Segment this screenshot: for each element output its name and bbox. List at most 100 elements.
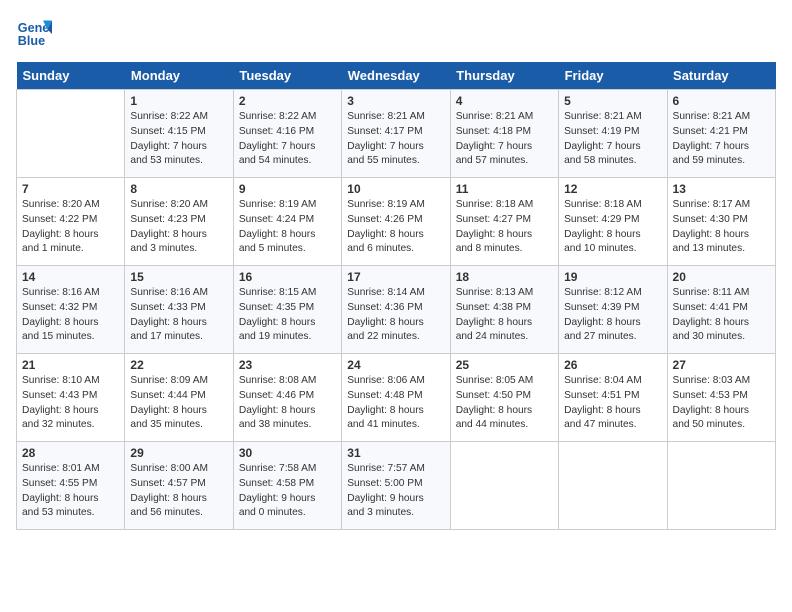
- day-info: Sunrise: 8:17 AM Sunset: 4:30 PM Dayligh…: [673, 198, 770, 257]
- day-info: Sunrise: 8:20 AM Sunset: 4:23 PM Dayligh…: [130, 198, 227, 257]
- day-info: Sunrise: 8:14 AM Sunset: 4:36 PM Dayligh…: [347, 286, 444, 345]
- col-header-friday: Friday: [559, 62, 667, 90]
- col-header-sunday: Sunday: [17, 62, 125, 90]
- day-number: 3: [347, 94, 444, 108]
- day-number: 24: [347, 358, 444, 372]
- day-info: Sunrise: 8:05 AM Sunset: 4:50 PM Dayligh…: [456, 374, 553, 433]
- day-number: 28: [22, 446, 119, 460]
- calendar-cell: 17Sunrise: 8:14 AM Sunset: 4:36 PM Dayli…: [342, 266, 450, 354]
- day-number: 29: [130, 446, 227, 460]
- day-number: 9: [239, 182, 336, 196]
- calendar-cell: 23 Sunrise: 8:08 AM Sunset: 4:46 PM Dayli…: [233, 354, 341, 442]
- calendar-cell: 26 Sunrise: 8:04 AM Sunset: 4:51 PM Dayli…: [559, 354, 667, 442]
- day-info: Sunrise: 8:11 AM Sunset: 4:41 PM Dayligh…: [673, 286, 770, 345]
- day-info: Sunrise: 8:22 AM Sunset: 4:15 PM Dayligh…: [130, 110, 227, 169]
- calendar-cell: 22 Sunrise: 8:09 AM Sunset: 4:44 PM Dayli…: [125, 354, 233, 442]
- calendar-cell: 25 Sunrise: 8:05 AM Sunset: 4:50 PM Dayli…: [450, 354, 558, 442]
- day-number: 27: [673, 358, 770, 372]
- calendar-cell: 5 Sunrise: 8:21 AM Sunset: 4:19 PM Daylig…: [559, 90, 667, 178]
- day-info: Sunrise: 8:21 AM Sunset: 4:17 PM Dayligh…: [347, 110, 444, 169]
- day-number: 10: [347, 182, 444, 196]
- calendar-cell: [450, 442, 558, 530]
- day-number: 16: [239, 270, 336, 284]
- day-info: Sunrise: 7:57 AM Sunset: 5:00 PM Dayligh…: [347, 462, 444, 521]
- day-number: 18: [456, 270, 553, 284]
- day-number: 11: [456, 182, 553, 196]
- calendar-cell: 28 Sunrise: 8:01 AM Sunset: 4:55 PM Dayli…: [17, 442, 125, 530]
- day-info: Sunrise: 8:20 AM Sunset: 4:22 PM Dayligh…: [22, 198, 119, 257]
- day-info: Sunrise: 8:04 AM Sunset: 4:51 PM Dayligh…: [564, 374, 661, 433]
- calendar-cell: [17, 90, 125, 178]
- day-number: 12: [564, 182, 661, 196]
- day-number: 2: [239, 94, 336, 108]
- page-header: General Blue: [16, 16, 776, 52]
- calendar-cell: 21 Sunrise: 8:10 AM Sunset: 4:43 PM Dayli…: [17, 354, 125, 442]
- day-number: 26: [564, 358, 661, 372]
- day-info: Sunrise: 8:16 AM Sunset: 4:33 PM Dayligh…: [130, 286, 227, 345]
- day-info: Sunrise: 8:15 AM Sunset: 4:35 PM Dayligh…: [239, 286, 336, 345]
- day-info: Sunrise: 8:10 AM Sunset: 4:43 PM Dayligh…: [22, 374, 119, 433]
- calendar-cell: 15 Sunrise: 8:16 AM Sunset: 4:33 PM Dayli…: [125, 266, 233, 354]
- day-info: Sunrise: 8:01 AM Sunset: 4:55 PM Dayligh…: [22, 462, 119, 521]
- day-info: Sunrise: 8:13 AM Sunset: 4:38 PM Dayligh…: [456, 286, 553, 345]
- day-number: 7: [22, 182, 119, 196]
- calendar-cell: 7 Sunrise: 8:20 AM Sunset: 4:22 PM Daylig…: [17, 178, 125, 266]
- day-number: 4: [456, 94, 553, 108]
- day-info: Sunrise: 8:09 AM Sunset: 4:44 PM Dayligh…: [130, 374, 227, 433]
- calendar-cell: 31 Sunrise: 7:57 AM Sunset: 5:00 PM Dayli…: [342, 442, 450, 530]
- logo: General Blue: [16, 16, 56, 52]
- svg-text:Blue: Blue: [18, 34, 45, 48]
- col-header-monday: Monday: [125, 62, 233, 90]
- day-info: Sunrise: 8:03 AM Sunset: 4:53 PM Dayligh…: [673, 374, 770, 433]
- day-info: Sunrise: 8:08 AM Sunset: 4:46 PM Dayligh…: [239, 374, 336, 433]
- day-info: Sunrise: 8:16 AM Sunset: 4:32 PM Dayligh…: [22, 286, 119, 345]
- day-number: 15: [130, 270, 227, 284]
- col-header-saturday: Saturday: [667, 62, 775, 90]
- day-number: 20: [673, 270, 770, 284]
- day-number: 6: [673, 94, 770, 108]
- day-info: Sunrise: 8:06 AM Sunset: 4:48 PM Dayligh…: [347, 374, 444, 433]
- day-number: 5: [564, 94, 661, 108]
- calendar-cell: 27 Sunrise: 8:03 AM Sunset: 4:53 PM Dayli…: [667, 354, 775, 442]
- day-info: Sunrise: 7:58 AM Sunset: 4:58 PM Dayligh…: [239, 462, 336, 521]
- calendar-cell: 16 Sunrise: 8:15 AM Sunset: 4:35 PM Dayli…: [233, 266, 341, 354]
- calendar-cell: 9 Sunrise: 8:19 AM Sunset: 4:24 PM Daylig…: [233, 178, 341, 266]
- day-number: 31: [347, 446, 444, 460]
- calendar-cell: 19Sunrise: 8:12 AM Sunset: 4:39 PM Dayli…: [559, 266, 667, 354]
- calendar-table: SundayMondayTuesdayWednesdayThursdayFrid…: [16, 62, 776, 530]
- calendar-cell: 14Sunrise: 8:16 AM Sunset: 4:32 PM Dayli…: [17, 266, 125, 354]
- day-info: Sunrise: 8:19 AM Sunset: 4:26 PM Dayligh…: [347, 198, 444, 257]
- calendar-cell: 1 Sunrise: 8:22 AM Sunset: 4:15 PM Daylig…: [125, 90, 233, 178]
- day-info: Sunrise: 8:21 AM Sunset: 4:19 PM Dayligh…: [564, 110, 661, 169]
- day-number: 1: [130, 94, 227, 108]
- day-number: 13: [673, 182, 770, 196]
- day-info: Sunrise: 8:22 AM Sunset: 4:16 PM Dayligh…: [239, 110, 336, 169]
- calendar-cell: 4Sunrise: 8:21 AM Sunset: 4:18 PM Daylig…: [450, 90, 558, 178]
- day-number: 30: [239, 446, 336, 460]
- calendar-cell: 13 Sunrise: 8:17 AM Sunset: 4:30 PM Dayli…: [667, 178, 775, 266]
- calendar-cell: [667, 442, 775, 530]
- calendar-cell: 3 Sunrise: 8:21 AM Sunset: 4:17 PM Daylig…: [342, 90, 450, 178]
- day-info: Sunrise: 8:18 AM Sunset: 4:27 PM Dayligh…: [456, 198, 553, 257]
- day-number: 22: [130, 358, 227, 372]
- day-info: Sunrise: 8:18 AM Sunset: 4:29 PM Dayligh…: [564, 198, 661, 257]
- calendar-cell: 30 Sunrise: 7:58 AM Sunset: 4:58 PM Dayli…: [233, 442, 341, 530]
- col-header-thursday: Thursday: [450, 62, 558, 90]
- day-number: 25: [456, 358, 553, 372]
- calendar-cell: [559, 442, 667, 530]
- calendar-cell: 8 Sunrise: 8:20 AM Sunset: 4:23 PM Daylig…: [125, 178, 233, 266]
- calendar-cell: 2 Sunrise: 8:22 AM Sunset: 4:16 PM Daylig…: [233, 90, 341, 178]
- col-header-tuesday: Tuesday: [233, 62, 341, 90]
- calendar-cell: 20 Sunrise: 8:11 AM Sunset: 4:41 PM Dayli…: [667, 266, 775, 354]
- day-number: 23: [239, 358, 336, 372]
- day-info: Sunrise: 8:00 AM Sunset: 4:57 PM Dayligh…: [130, 462, 227, 521]
- calendar-cell: 12 Sunrise: 8:18 AM Sunset: 4:29 PM Dayli…: [559, 178, 667, 266]
- calendar-cell: 24 Sunrise: 8:06 AM Sunset: 4:48 PM Dayli…: [342, 354, 450, 442]
- day-info: Sunrise: 8:12 AM Sunset: 4:39 PM Dayligh…: [564, 286, 661, 345]
- calendar-cell: 18 Sunrise: 8:13 AM Sunset: 4:38 PM Dayli…: [450, 266, 558, 354]
- day-info: Sunrise: 8:19 AM Sunset: 4:24 PM Dayligh…: [239, 198, 336, 257]
- day-number: 8: [130, 182, 227, 196]
- col-header-wednesday: Wednesday: [342, 62, 450, 90]
- calendar-cell: 29 Sunrise: 8:00 AM Sunset: 4:57 PM Dayli…: [125, 442, 233, 530]
- day-number: 21: [22, 358, 119, 372]
